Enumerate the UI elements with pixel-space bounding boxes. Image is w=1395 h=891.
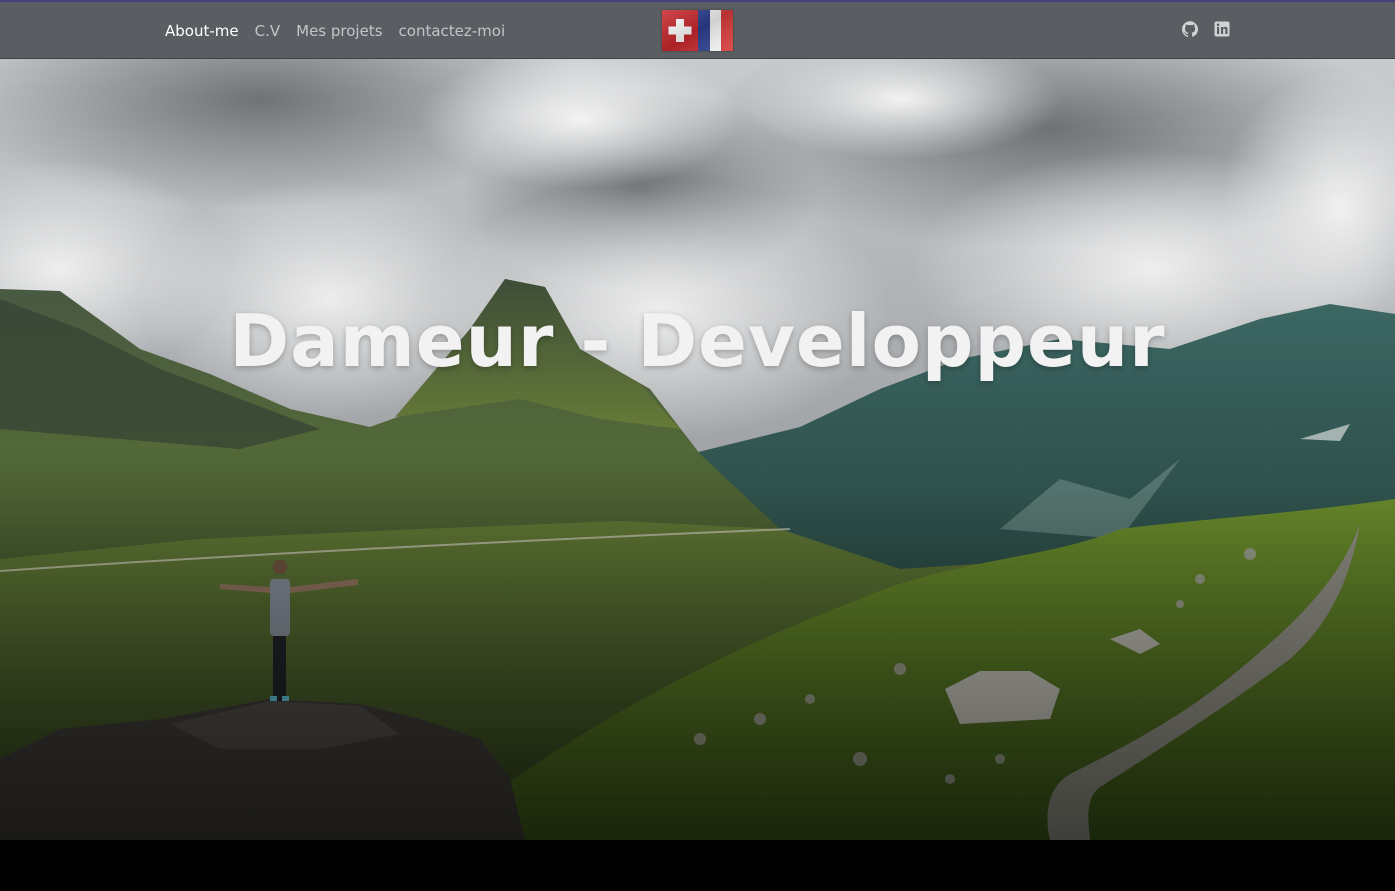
nav-link-projects[interactable]: Mes projets — [296, 22, 382, 40]
top-navbar: About-me C.V Mes projets contactez-moi — [0, 0, 1395, 59]
nav-link-cv[interactable]: C.V — [255, 22, 281, 40]
swiss-french-flag-icon[interactable] — [662, 10, 733, 51]
main-nav: About-me C.V Mes projets contactez-moi — [165, 2, 505, 59]
hero-section: Dameur - Developpeur — [0, 59, 1395, 840]
nav-link-about-me[interactable]: About-me — [165, 22, 239, 40]
social-links — [1182, 21, 1230, 37]
nav-link-contact[interactable]: contactez-moi — [399, 22, 506, 40]
github-icon[interactable] — [1182, 21, 1198, 37]
hero-title: Dameur - Developpeur — [229, 299, 1166, 383]
bottom-dark-band — [0, 840, 1395, 891]
mountain-landscape-image — [0, 59, 1395, 840]
linkedin-icon[interactable] — [1214, 21, 1230, 37]
